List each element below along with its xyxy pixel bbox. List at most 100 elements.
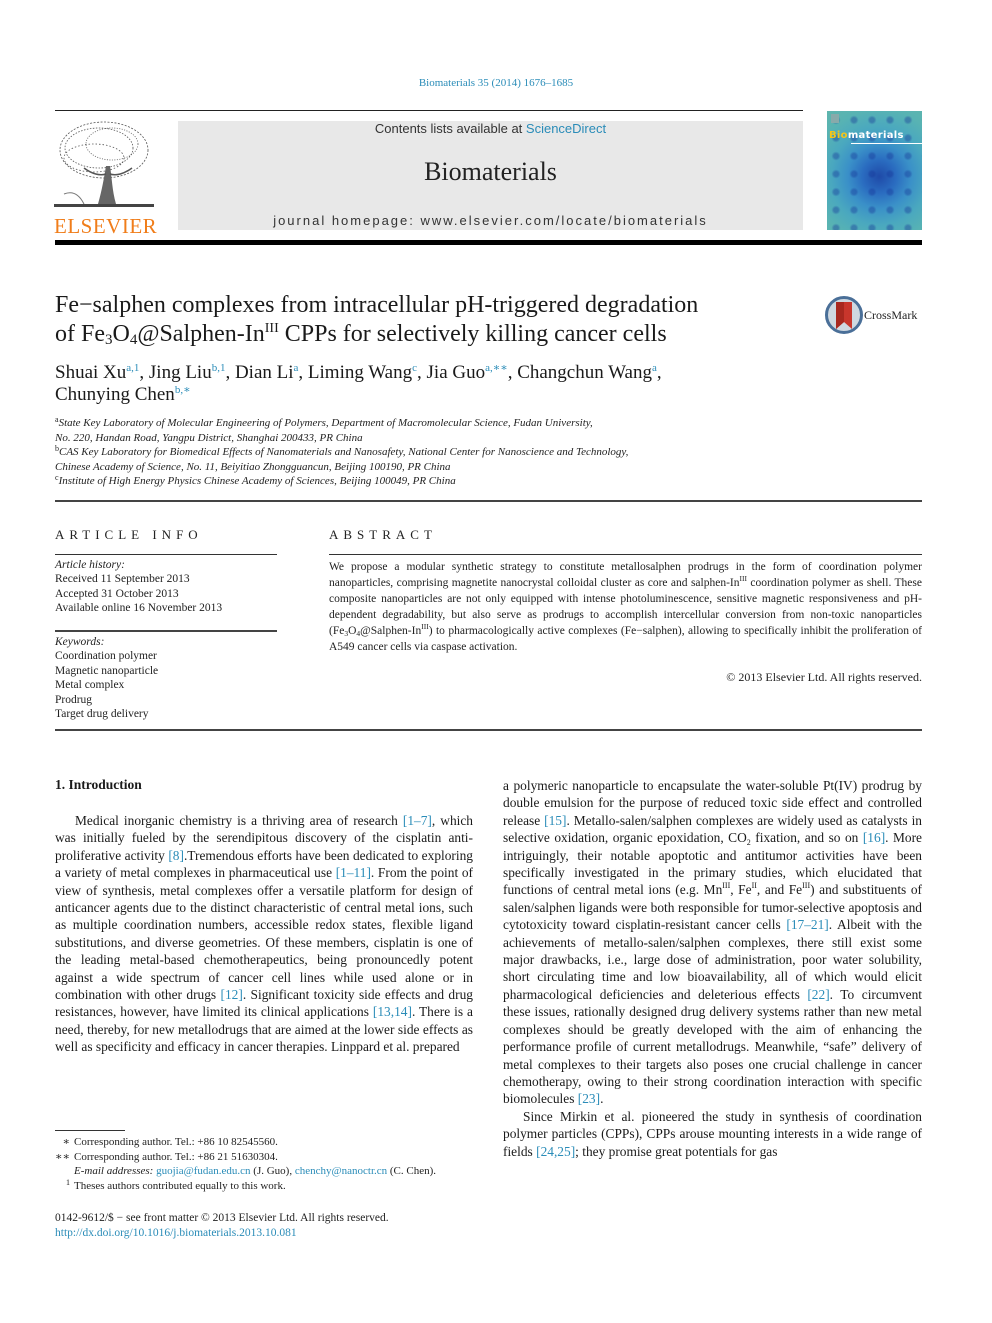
author[interactable]: Shuai Xua,1, bbox=[55, 362, 149, 383]
author[interactable]: Jing Liub,1, bbox=[149, 362, 235, 383]
author[interactable]: Changchun Wanga, bbox=[517, 362, 661, 383]
author[interactable]: Dian Lia, bbox=[235, 362, 308, 383]
elsevier-tree-icon bbox=[54, 121, 154, 207]
sciencedirect-link[interactable]: ScienceDirect bbox=[526, 121, 606, 136]
title-superscript: III bbox=[264, 321, 279, 336]
citation-link[interactable]: [13,14] bbox=[373, 1004, 412, 1019]
affiliation-line: Institute of High Energy Physics Chinese… bbox=[58, 475, 456, 487]
superscript: III bbox=[802, 881, 811, 891]
journal-name: Biomaterials bbox=[424, 157, 557, 186]
crossmark-icon bbox=[825, 296, 863, 334]
title-part: O bbox=[112, 321, 130, 347]
title-part: CPPs for selectively killing cancer cell… bbox=[278, 321, 667, 347]
footnote-corresponding-2: ∗∗ Corresponding author. Tel.: +86 21 516… bbox=[55, 1150, 485, 1165]
text: . To circumvent these issues, rationally… bbox=[503, 986, 922, 1107]
author-affiliation-marks[interactable]: b,∗ bbox=[175, 384, 191, 396]
citation-link[interactable]: [22] bbox=[807, 987, 829, 1002]
keyword: Coordination polymer bbox=[55, 650, 157, 663]
abstract-bottom-rule bbox=[55, 729, 922, 731]
author-separator: , bbox=[417, 362, 427, 383]
citation-link[interactable]: [1–7] bbox=[403, 813, 432, 828]
title-subscript: 3 bbox=[105, 332, 113, 348]
superscript: III bbox=[421, 621, 429, 631]
abstract-copyright: © 2013 Elsevier Ltd. All rights reserved… bbox=[726, 670, 922, 684]
author-affiliation-marks[interactable]: a,∗∗ bbox=[485, 362, 508, 374]
cover-title: Biomaterials bbox=[829, 130, 904, 141]
text: . bbox=[600, 1091, 604, 1107]
introduction-heading: 1. Introduction bbox=[55, 777, 142, 792]
keywords: Keywords: Coordination polymer Magnetic … bbox=[55, 635, 277, 721]
author[interactable]: Liming Wangc, bbox=[308, 362, 427, 383]
author-separator: , bbox=[225, 362, 235, 383]
citation-link[interactable]: [1–11] bbox=[336, 865, 371, 880]
journal-homepage[interactable]: journal homepage: www.elsevier.com/locat… bbox=[178, 213, 803, 228]
keyword: Prodrug bbox=[55, 693, 93, 706]
keyword: Magnetic nanoparticle bbox=[55, 664, 159, 677]
elsevier-logo[interactable]: ELSEVIER bbox=[54, 118, 157, 237]
citation-link[interactable]: [24,25] bbox=[536, 1144, 575, 1159]
affiliation-b: bCAS Key Laboratory for Biomedical Effec… bbox=[55, 445, 815, 460]
affiliation-a-line2: No. 220, Handan Road, Yangpu District, S… bbox=[55, 431, 363, 444]
doi-link[interactable]: http://dx.doi.org/10.1016/j.biomaterials… bbox=[55, 1227, 297, 1239]
email-owner: (J. Guo), bbox=[250, 1165, 295, 1178]
citation-link[interactable]: [17–21] bbox=[786, 917, 828, 932]
keyword: Target drug delivery bbox=[55, 708, 149, 721]
footnote-mark: ∗ bbox=[62, 1136, 70, 1148]
footnote-emails: E-mail addresses: guojia@fudan.edu.cn (J… bbox=[55, 1164, 485, 1179]
email-link-chen[interactable]: chenchy@nanoctr.cn bbox=[295, 1165, 387, 1177]
citation-link[interactable]: [15] bbox=[544, 813, 566, 828]
affiliation-b-line2: Chinese Academy of Science, No. 11, Beiy… bbox=[55, 460, 451, 473]
contents-prefix: Contents lists available at bbox=[374, 121, 526, 136]
author-separator: , bbox=[507, 362, 518, 383]
text: . From the point of view of synthesis, m… bbox=[55, 865, 473, 1003]
author[interactable]: Chunying Chenb,∗ bbox=[55, 384, 191, 405]
crossmark-button[interactable]: CrossMark bbox=[825, 296, 925, 336]
author[interactable]: Jia Guoa,∗∗, bbox=[427, 362, 518, 383]
email-link-guo[interactable]: guojia@fudan.edu.cn bbox=[156, 1165, 250, 1177]
abstract-heading: ABSTRACT bbox=[329, 527, 437, 542]
citation-link[interactable]: [23] bbox=[578, 1091, 600, 1106]
abstract-part: @Salphen-In bbox=[360, 624, 422, 637]
received-date: Received 11 September 2013 bbox=[55, 573, 190, 586]
abstract-divider bbox=[329, 554, 922, 555]
footnote-mark: 1 bbox=[66, 1177, 70, 1187]
title-line-1: Fe−salphen complexes from intracellular … bbox=[55, 292, 699, 318]
cover-rule bbox=[851, 143, 922, 144]
paragraph: a polymeric nanoparticle to encapsulate … bbox=[503, 777, 922, 1108]
author-affiliation-marks[interactable]: b,1 bbox=[212, 362, 226, 374]
author-name: Chunying Chen bbox=[55, 384, 175, 405]
footnote-corresponding-1: ∗ Corresponding author. Tel.: +86 10 8254… bbox=[55, 1135, 485, 1150]
abstract-text: We propose a modular synthetic strategy … bbox=[329, 560, 922, 655]
author-name: Changchun Wang bbox=[517, 362, 652, 383]
footnotes: ∗ Corresponding author. Tel.: +86 10 8254… bbox=[55, 1135, 485, 1193]
author-name: Jing Liu bbox=[148, 362, 212, 383]
history-label: Article history: bbox=[55, 559, 125, 571]
affiliation-a: aState Key Laboratory of Molecular Engin… bbox=[55, 416, 815, 431]
footnote-mark: ∗∗ bbox=[55, 1150, 70, 1163]
cover-title-prefix: Bio bbox=[829, 130, 848, 141]
text: ; they promise great potentials for gas bbox=[575, 1143, 778, 1159]
issn-line: 0142-9612/$ − see front matter © 2013 El… bbox=[55, 1212, 389, 1224]
citation-link[interactable]: [16] bbox=[863, 830, 885, 845]
author-separator: , bbox=[139, 362, 149, 383]
cover-title-suffix: materials bbox=[847, 130, 904, 141]
accepted-date: Accepted 31 October 2013 bbox=[55, 587, 179, 600]
author-affiliation-marks[interactable]: a,1 bbox=[126, 362, 139, 374]
title-line-2: of Fe3O4@Salphen-InIII CPPs for selectiv… bbox=[55, 320, 815, 355]
affiliation-line: CAS Key Laboratory for Biomedical Effect… bbox=[59, 446, 629, 458]
article-info-divider bbox=[55, 554, 277, 555]
journal-citation-link[interactable]: Biomaterials 35 (2014) 1676–1685 bbox=[0, 77, 992, 89]
footnote-rule bbox=[55, 1130, 125, 1131]
text: , Fe bbox=[730, 882, 752, 898]
citation-link[interactable]: [12] bbox=[221, 987, 243, 1002]
citation-link[interactable]: [8] bbox=[168, 848, 184, 863]
journal-masthead: Contents lists available at ScienceDirec… bbox=[178, 121, 803, 230]
section-divider bbox=[55, 500, 922, 502]
email-label: E-mail addresses: bbox=[74, 1165, 154, 1178]
contents-available-line: Contents lists available at ScienceDirec… bbox=[178, 121, 803, 136]
journal-cover-image[interactable]: Biomaterials bbox=[827, 111, 922, 230]
footnote-text: Theses authors contributed equally to th… bbox=[74, 1179, 286, 1192]
article-history: Article history: Received 11 September 2… bbox=[55, 558, 277, 616]
body-column-right: a polymeric nanoparticle to encapsulate … bbox=[503, 777, 922, 1160]
header-bottom-rule bbox=[55, 240, 922, 245]
